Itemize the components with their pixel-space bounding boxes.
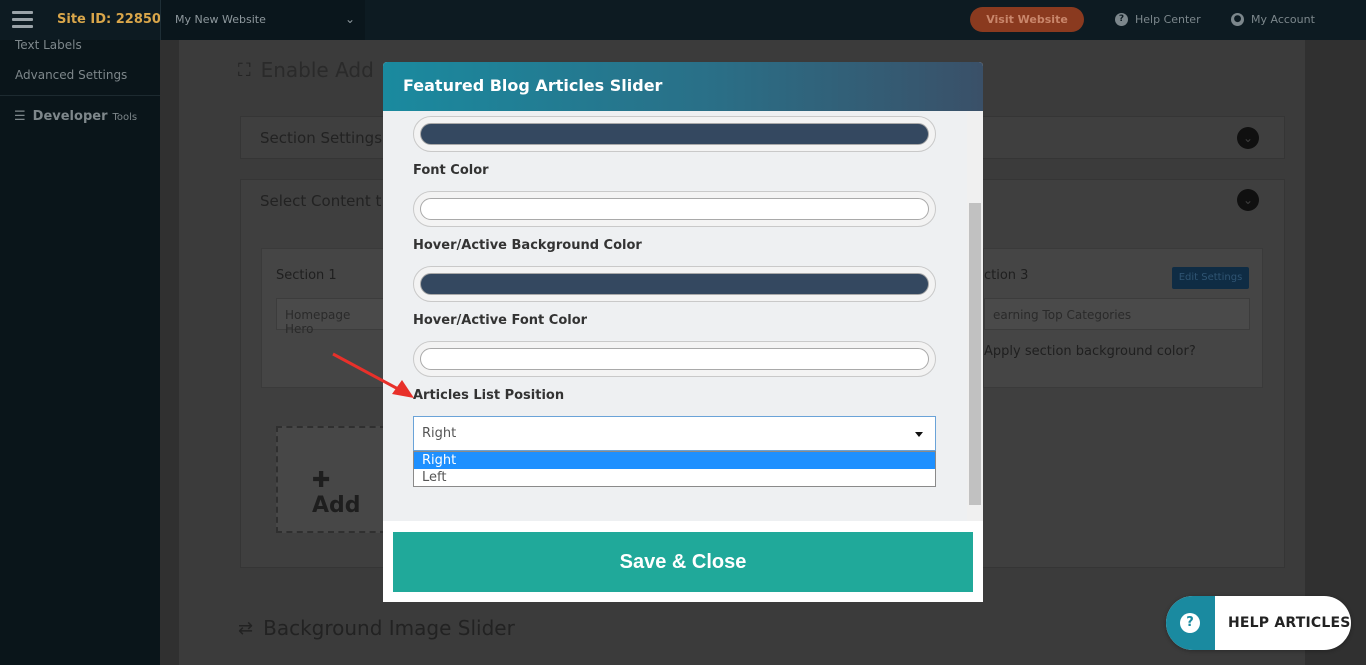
section-settings-title: Section Settings bbox=[260, 129, 383, 147]
help-circle: ? bbox=[1166, 596, 1215, 650]
scrollbar-thumb[interactable] bbox=[969, 203, 981, 505]
site-select-value: My New Website bbox=[175, 13, 266, 26]
sliders-icon: ☰ bbox=[14, 109, 26, 124]
modal-dialog: Featured Blog Articles Slider Font Color… bbox=[383, 62, 983, 602]
select-content-title: Select Content t bbox=[260, 192, 382, 210]
section-3-panel: ction 3 Edit Settings earning Top Catego… bbox=[983, 248, 1263, 388]
chevron-down-icon[interactable]: ⌄ bbox=[1237, 189, 1259, 211]
help-articles-button[interactable]: ? HELP ARTICLES bbox=[1166, 596, 1351, 650]
tools-label: Tools bbox=[112, 112, 138, 123]
chevron-down-icon: ⌄ bbox=[344, 12, 355, 26]
modal-scrollbar[interactable] bbox=[967, 111, 983, 521]
hover-font-color-picker[interactable] bbox=[413, 341, 936, 377]
modal-footer: Save & Close bbox=[383, 521, 983, 602]
hover-font-color-label: Hover/Active Font Color bbox=[413, 313, 588, 328]
font-color-picker[interactable] bbox=[413, 191, 936, 227]
help-articles-label: HELP ARTICLES bbox=[1228, 615, 1351, 631]
site-select[interactable]: My New Website ⌄ bbox=[160, 0, 365, 40]
my-account-label: My Account bbox=[1251, 13, 1315, 26]
hover-bg-color-label: Hover/Active Background Color bbox=[413, 238, 642, 253]
section-3-select[interactable]: earning Top Categories bbox=[984, 298, 1250, 330]
question-icon: ? bbox=[1115, 13, 1128, 26]
background-slider-heading: ⇄ Background Image Slider bbox=[238, 616, 515, 640]
articles-position-value: Right bbox=[422, 426, 457, 441]
section-1-label: Section 1 bbox=[276, 268, 337, 283]
my-account-link[interactable]: ● My Account bbox=[1231, 13, 1315, 26]
font-color-label: Font Color bbox=[413, 163, 489, 178]
enable-heading: ⛶ Enable Add bbox=[238, 58, 374, 82]
articles-position-select[interactable]: Right bbox=[413, 416, 936, 451]
sidebar-divider bbox=[0, 95, 160, 96]
modal-body: Font Color Hover/Active Background Color… bbox=[383, 111, 983, 521]
help-center-link[interactable]: ? Help Center bbox=[1115, 13, 1201, 26]
hamburger-menu-icon[interactable] bbox=[12, 11, 33, 28]
section-1-select[interactable]: Homepage Hero bbox=[276, 298, 386, 336]
add-section-box[interactable]: ✚ Add bbox=[276, 426, 386, 533]
modal-title: Featured Blog Articles Slider bbox=[403, 76, 663, 95]
articles-position-label: Articles List Position bbox=[413, 388, 565, 403]
top-color-picker[interactable] bbox=[413, 116, 936, 152]
red-arrow-annotation bbox=[332, 352, 414, 398]
sidebar-item-developer-tools[interactable]: ☰ Developer Tools bbox=[14, 109, 137, 124]
enable-heading-text: Enable Add bbox=[260, 58, 374, 82]
hover-bg-color-picker[interactable] bbox=[413, 266, 936, 302]
articles-position-dropdown: Right Left bbox=[413, 451, 936, 487]
section-3-label: ction 3 bbox=[984, 268, 1029, 283]
background-slider-heading-text: Background Image Slider bbox=[263, 616, 515, 640]
top-bar: Site ID: 22850 My New Website ⌄ Visit We… bbox=[0, 0, 1366, 40]
color-swatch bbox=[420, 348, 929, 370]
apply-bg-label: Apply section background color? bbox=[984, 344, 1196, 359]
modal-header: Featured Blog Articles Slider bbox=[383, 62, 983, 111]
repeat-icon: ⇄ bbox=[238, 617, 254, 639]
dropdown-option-right[interactable]: Right bbox=[414, 452, 935, 469]
add-label: ✚ Add bbox=[312, 468, 361, 518]
color-swatch bbox=[420, 198, 929, 220]
developer-label: Developer bbox=[32, 109, 108, 124]
color-swatch bbox=[420, 273, 929, 295]
user-icon: ● bbox=[1231, 13, 1244, 26]
caret-down-icon bbox=[915, 432, 923, 437]
site-id: Site ID: 22850 bbox=[57, 12, 161, 27]
sidebar-item-advanced-settings[interactable]: Advanced Settings bbox=[15, 68, 127, 82]
sidebar-item-text-labels[interactable]: Text Labels bbox=[15, 38, 82, 52]
sitemap-icon: ⛶ bbox=[238, 59, 251, 81]
help-center-label: Help Center bbox=[1135, 13, 1201, 26]
dropdown-option-left[interactable]: Left bbox=[414, 469, 935, 486]
color-swatch bbox=[420, 123, 929, 145]
sidebar: Text Labels Advanced Settings ☰ Develope… bbox=[0, 38, 160, 665]
visit-website-button[interactable]: Visit Website bbox=[970, 7, 1084, 32]
chevron-down-icon[interactable]: ⌄ bbox=[1237, 127, 1259, 149]
edit-settings-button[interactable]: Edit Settings bbox=[1172, 267, 1249, 289]
question-icon: ? bbox=[1180, 613, 1200, 633]
save-close-button[interactable]: Save & Close bbox=[393, 532, 973, 592]
